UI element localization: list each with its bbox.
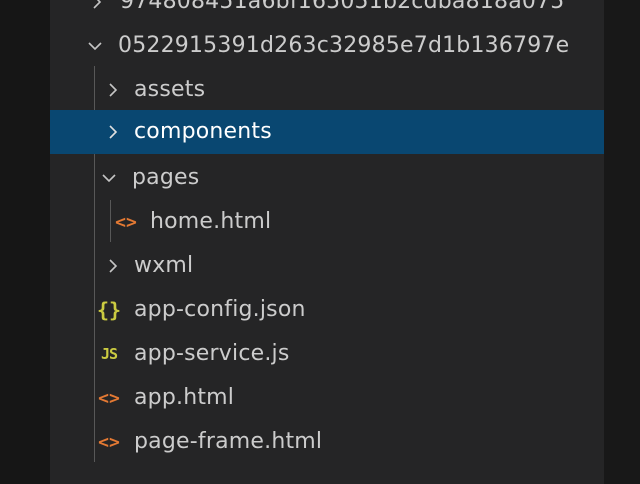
folder-row-components[interactable]: components	[50, 110, 604, 154]
editor-edge	[604, 0, 640, 484]
file-label: app-service.js	[134, 341, 290, 366]
html-file-icon: <>	[98, 387, 120, 409]
html-file-icon: <>	[98, 431, 120, 453]
folder-row-wxml[interactable]: wxml	[50, 244, 604, 288]
file-explorer: 974808451a6bf165051b2cdba818a075 0522915…	[50, 0, 604, 484]
folder-label: pages	[132, 165, 200, 190]
file-label: home.html	[150, 209, 272, 234]
chevron-down-icon	[88, 39, 102, 53]
folder-label: 0522915391d263c32985e7d1b136797e	[118, 33, 570, 58]
folder-label: 974808451a6bf165051b2cdba818a075	[120, 0, 565, 14]
file-row-app-config-json[interactable]: {} app-config.json	[50, 288, 604, 332]
html-file-icon: <>	[115, 211, 137, 233]
file-label: app.html	[134, 385, 235, 410]
file-label: page-frame.html	[134, 429, 323, 454]
folder-row-hash[interactable]: 0522915391d263c32985e7d1b136797e	[50, 24, 604, 68]
chevron-right-icon	[90, 0, 104, 9]
chevron-right-icon	[106, 259, 120, 273]
folder-row-top-hash[interactable]: 974808451a6bf165051b2cdba818a075	[50, 0, 604, 24]
file-label: app-config.json	[134, 297, 306, 322]
chevron-down-icon	[102, 171, 116, 185]
chevron-right-icon	[106, 83, 120, 97]
folder-row-assets[interactable]: assets	[50, 68, 604, 112]
folder-row-pages[interactable]: pages	[50, 156, 604, 200]
folder-label: wxml	[134, 253, 194, 278]
file-row-app-html[interactable]: <> app.html	[50, 376, 604, 420]
folder-label: components	[134, 119, 272, 144]
file-row-page-frame-html[interactable]: <> page-frame.html	[50, 420, 604, 464]
folder-label: assets	[134, 77, 206, 102]
json-file-icon: {}	[96, 298, 122, 322]
chevron-right-icon	[106, 125, 120, 139]
js-file-icon: JS	[100, 345, 118, 363]
file-row-home-html[interactable]: <> home.html	[50, 200, 604, 244]
file-row-app-service-js[interactable]: JS app-service.js	[50, 332, 604, 376]
